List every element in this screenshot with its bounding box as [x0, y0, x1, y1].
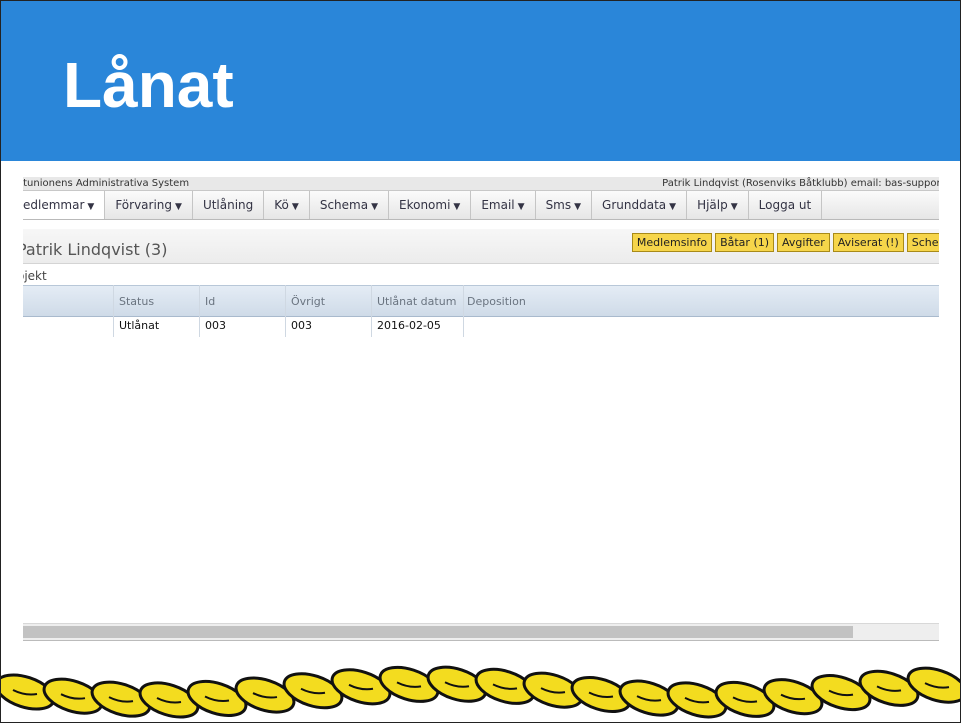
menu-item-email[interactable]: Email ▼ — [471, 191, 536, 219]
user-info: Patrik Lindqvist (Rosenviks Båtklubb) em… — [662, 178, 939, 189]
cell-utlanat-datum: 2016-02-05 — [377, 319, 441, 332]
main-menu: edlemmar ▼ Förvaring ▼ Utlåning Kö ▼ Schema… — [23, 190, 939, 220]
member-header: Patrik Lindqvist (3) Medlemsinfo Båtar (… — [23, 229, 939, 264]
chevron-down-icon: ▼ — [175, 202, 182, 212]
menu-item-utlaning[interactable]: Utlåning — [193, 191, 265, 219]
schema-button[interactable]: Schema — [906, 233, 939, 252]
column-header-deposition[interactable]: Deposition — [467, 295, 526, 308]
menu-item-logga-ut[interactable]: Logga ut — [749, 191, 823, 219]
chevron-down-icon: ▼ — [453, 202, 461, 212]
menu-item-forvaring[interactable]: Förvaring ▼ — [105, 191, 193, 219]
column-header-status[interactable]: Status — [119, 295, 154, 308]
chevron-down-icon: ▼ — [291, 202, 299, 212]
chevron-down-icon: ▼ — [730, 202, 738, 212]
menu-item-ko[interactable]: Kö ▼ — [264, 191, 310, 219]
cell-status: Utlånat — [119, 319, 160, 332]
slide: Lånat åtunionens Administrativa System P… — [0, 0, 961, 723]
member-actions: Medlemsinfo Båtar (1) Avgifter Aviserat … — [631, 233, 939, 252]
slide-title: Lånat — [63, 49, 234, 121]
app-screenshot: åtunionens Administrativa System Patrik … — [23, 177, 939, 647]
rope-border-decoration — [1, 665, 960, 719]
member-name: Patrik Lindqvist (3) — [23, 240, 168, 259]
horizontal-scrollbar[interactable] — [23, 623, 939, 640]
column-header-ovrigt[interactable]: Övrigt — [291, 295, 325, 308]
chevron-down-icon: ▼ — [87, 202, 95, 212]
cell-ovrigt: 003 — [291, 319, 312, 332]
app-name: åtunionens Administrativa System — [23, 178, 190, 189]
chevron-down-icon: ▼ — [574, 202, 582, 212]
menu-item-sms[interactable]: Sms ▼ — [536, 191, 593, 219]
column-header-utlanat-datum[interactable]: Utlånat datum — [377, 295, 456, 308]
divider — [23, 640, 939, 641]
chevron-down-icon: ▼ — [517, 202, 525, 212]
cell-id: 003 — [205, 319, 226, 332]
scrollbar-thumb[interactable] — [23, 626, 853, 638]
section-label: ojekt — [23, 269, 47, 283]
menu-item-schema[interactable]: Schema ▼ — [310, 191, 389, 219]
menu-item-medlemmar[interactable]: edlemmar ▼ — [23, 191, 106, 219]
avgifter-button[interactable]: Avgifter — [777, 233, 830, 252]
medlemsinfo-button[interactable]: Medlemsinfo — [631, 233, 713, 252]
menu-item-ekonomi[interactable]: Ekonomi ▼ — [389, 191, 472, 219]
menu-item-grunddata[interactable]: Grunddata ▼ — [592, 191, 688, 219]
chevron-down-icon: ▼ — [669, 202, 677, 212]
batar-button[interactable]: Båtar (1) — [715, 233, 775, 252]
app-topbar: åtunionens Administrativa System Patrik … — [23, 177, 939, 190]
column-header-id[interactable]: Id — [205, 295, 215, 308]
table-header: Status Id Övrigt Utlånat datum Depositio… — [23, 285, 939, 317]
table-row[interactable]: Utlånat 003 003 2016-02-05 — [23, 315, 939, 337]
title-band: Lånat — [1, 1, 960, 161]
chevron-down-icon: ▼ — [371, 202, 378, 212]
menu-item-hjalp[interactable]: Hjälp ▼ — [687, 191, 749, 219]
aviserat-button[interactable]: Aviserat (!) — [832, 233, 904, 252]
